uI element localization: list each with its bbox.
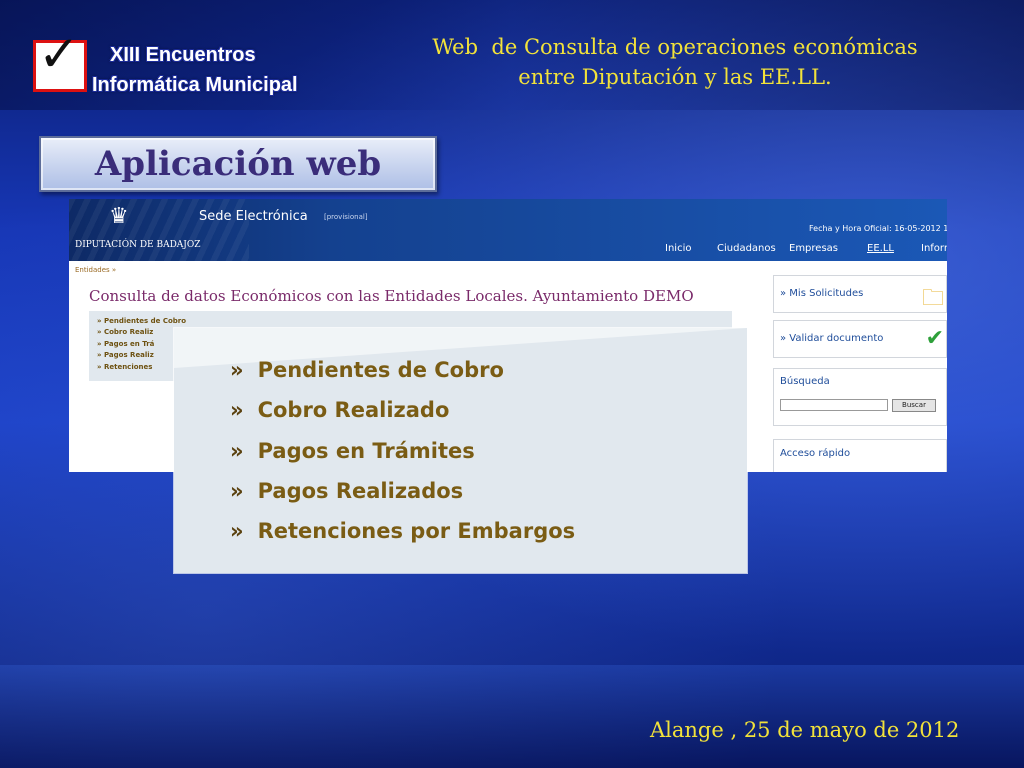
menu-item-label: Retenciones por Embargos [257,519,576,543]
acceso-rapido-link[interactable]: Acceso rápido [780,448,850,459]
menu-item-label: Pagos en Trámites [257,439,475,463]
nav-empresas[interactable]: Empresas [789,243,838,254]
menu-bullet: » [230,519,244,543]
search-button[interactable]: Buscar [892,399,936,412]
acceso-rapido-box[interactable]: Acceso rápido [773,439,947,472]
menu-bullet: » [230,479,244,503]
page-heading: Consulta de datos Económicos con las Ent… [89,287,694,305]
crown-logo-icon: ♛ [109,204,129,229]
header-line-2: entre Diputación y las EE.LL. [518,65,832,89]
site-header: ♛ Sede Electrónica [provisional] DIPUTAC… [69,199,947,261]
nav-eell[interactable]: EE.LL [867,243,894,254]
zoomed-menu: » Pendientes de Cobro » Cobro Realizado » P… [174,328,747,573]
menu-bullet: » [230,439,244,463]
nav-ciudadanos[interactable]: Ciudadanos [717,243,776,254]
validar-documento-link[interactable]: » Validar documento [780,333,883,344]
nav-informacion[interactable]: Inform [921,243,947,254]
site-name: Sede Electrónica [199,209,308,224]
mini-menu-item[interactable]: » Pagos Realiz [97,351,154,359]
mini-menu-item[interactable]: » Pendientes de Cobro [97,317,186,325]
mini-menu-item[interactable]: » Pagos en Trá [97,340,154,348]
mini-menu-item[interactable]: » Cobro Realiz [97,328,153,336]
menu-pagos-tramites[interactable]: » Pagos en Trámites [230,439,475,463]
menu-item-label: Pendientes de Cobro [257,358,504,382]
slide: { "logo": {"line1": "XIII Encuentros", "… [0,0,1024,768]
menu-pendientes-cobro[interactable]: » Pendientes de Cobro [230,358,504,382]
nav-inicio[interactable]: Inicio [665,243,691,254]
logo-line-2: Informática Municipal [92,74,298,96]
header-line-1: Web de Consulta de operaciones económica… [432,35,918,59]
logo-checkbox-icon: ✓ [33,29,87,92]
site-organization: DIPUTACIÓN DE BADAJOZ [75,240,201,250]
official-date: Fecha y Hora Oficial: 16-05-2012 14 [809,224,947,233]
mini-menu-item[interactable]: » Retenciones [97,363,152,371]
slide-header: Web de Consulta de operaciones económica… [360,32,990,92]
search-box: Búsqueda Buscar [773,368,947,426]
mis-solicitudes-box[interactable]: » Mis Solicitudes 🗀 [773,275,947,313]
breadcrumb[interactable]: Entidades » [75,266,116,274]
menu-item-label: Cobro Realizado [257,398,450,422]
check-icon: ✓ [38,25,80,83]
menu-bullet: » [230,398,244,422]
logo-line-1: XIII Encuentros [110,44,256,66]
bottom-band [0,665,1024,768]
site-provisional: [provisional] [324,213,368,221]
menu-pagos-realizados[interactable]: » Pagos Realizados [230,479,463,503]
checkmark-icon: ✔ [925,326,944,351]
search-input[interactable] [780,399,888,411]
menu-retenciones-embargos[interactable]: » Retenciones por Embargos [230,519,575,543]
menu-cobro-realizado[interactable]: » Cobro Realizado [230,398,449,422]
app-title-banner: Aplicación web [39,136,437,192]
footer-date: Alange , 25 de mayo de 2012 [650,718,960,742]
search-heading: Búsqueda [780,376,830,387]
menu-bullet: » [230,358,244,382]
menu-item-label: Pagos Realizados [257,479,464,503]
validar-documento-box[interactable]: » Validar documento ✔ [773,320,947,358]
folder-icon: 🗀 [921,286,944,311]
mis-solicitudes-link[interactable]: » Mis Solicitudes [780,288,863,299]
